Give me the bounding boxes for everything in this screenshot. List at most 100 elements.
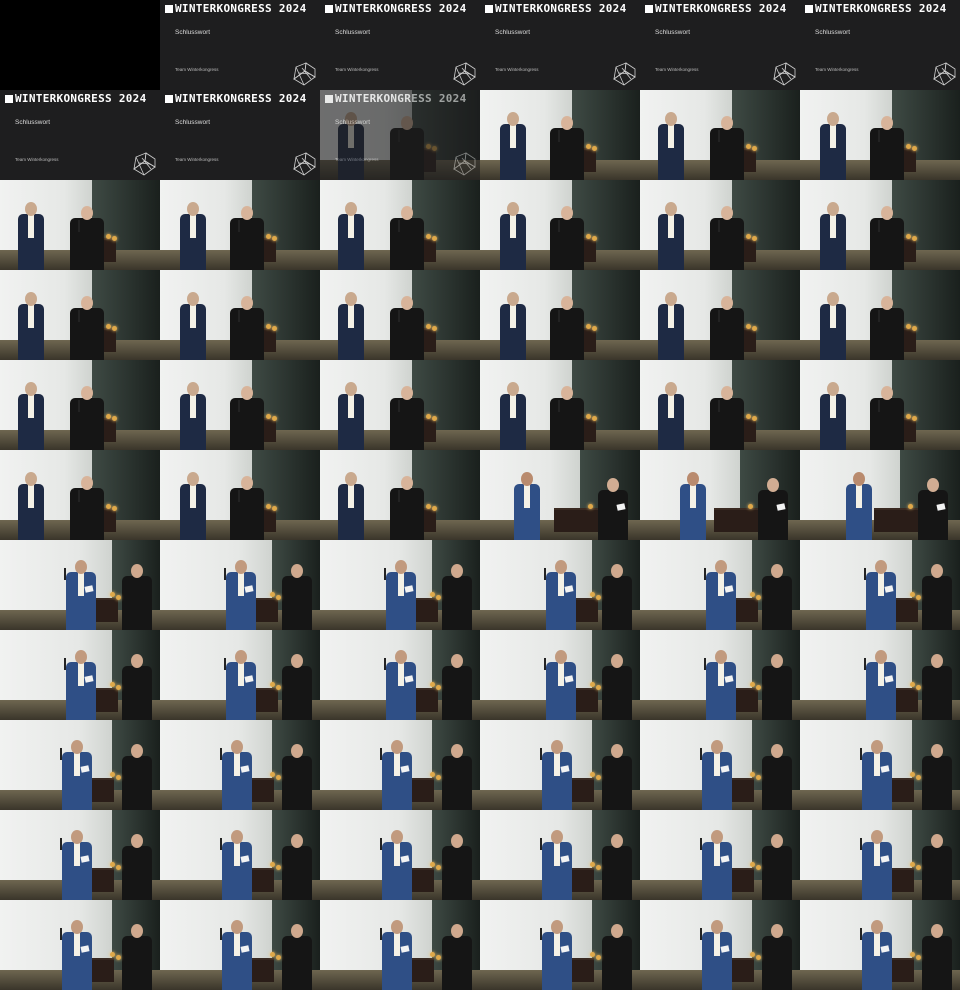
stage-frame xyxy=(640,270,800,360)
person-head xyxy=(767,478,779,492)
person-head xyxy=(231,740,243,754)
microphone xyxy=(718,130,720,142)
person-head xyxy=(931,654,943,668)
podium-lamp xyxy=(746,234,751,239)
person-shirt xyxy=(74,842,80,866)
stage-frame xyxy=(480,270,640,360)
person-shirt xyxy=(78,662,84,686)
podium-lamp xyxy=(752,146,757,151)
person-head xyxy=(827,292,839,306)
podium-lamp xyxy=(432,236,437,241)
person-body xyxy=(602,846,632,900)
stage-frame xyxy=(160,900,320,990)
podium-lamp xyxy=(750,772,755,777)
wireframe-cube-icon xyxy=(453,62,476,86)
podium-lamp xyxy=(270,862,275,867)
person-head xyxy=(391,830,403,844)
podium-lamp xyxy=(756,595,761,600)
stage-frame xyxy=(480,90,640,180)
podium-lamp xyxy=(110,682,115,687)
podium-lamp xyxy=(910,592,915,597)
person-body xyxy=(762,936,792,990)
person-shirt xyxy=(348,214,354,238)
person-shirt xyxy=(190,214,196,238)
podium-lamp xyxy=(430,772,435,777)
person-head xyxy=(507,382,519,396)
person-head xyxy=(401,386,413,400)
podium-lamp xyxy=(116,595,121,600)
stage-frame xyxy=(320,450,480,540)
person-shirt xyxy=(28,304,34,328)
stage-frame xyxy=(800,90,960,180)
person-body xyxy=(122,666,152,720)
person-body xyxy=(70,308,104,360)
person-head xyxy=(931,834,943,848)
person-body xyxy=(282,666,312,720)
podium-lamp xyxy=(276,775,281,780)
person-head xyxy=(235,650,247,664)
podium-lamp xyxy=(912,416,917,421)
person-body xyxy=(922,846,952,900)
person-body xyxy=(442,666,472,720)
podium-lamp xyxy=(910,952,915,957)
person-shirt xyxy=(510,124,516,148)
person-head xyxy=(611,654,623,668)
person-head xyxy=(561,116,573,130)
stage-frame xyxy=(320,720,480,810)
person-head xyxy=(711,920,723,934)
person-head xyxy=(853,472,865,486)
microphone xyxy=(860,838,862,850)
podium-lamp xyxy=(910,862,915,867)
stage-frame xyxy=(640,810,800,900)
title-card-frame: WINTERKONGRESS 2024 Schlusswort Team Win… xyxy=(480,0,640,90)
person-head xyxy=(611,744,623,758)
podium-lamp xyxy=(916,775,921,780)
microphone xyxy=(238,310,240,322)
person-head xyxy=(71,830,83,844)
podium-lamp xyxy=(110,592,115,597)
person-head xyxy=(25,292,37,306)
podium-lamp xyxy=(588,504,593,509)
title-card-subtitle: Schlusswort xyxy=(175,119,211,126)
person-head xyxy=(291,744,303,758)
podium-lamp xyxy=(590,592,595,597)
podium-lamp xyxy=(276,865,281,870)
title-card-frame: WINTERKONGRESS 2024 Schlusswort Team Win… xyxy=(320,90,480,180)
podium-lamp xyxy=(746,324,751,329)
title-card-subtitle: Schlusswort xyxy=(335,119,371,126)
microphone xyxy=(380,838,382,850)
podium-lamp xyxy=(750,862,755,867)
stage-frame xyxy=(160,810,320,900)
stage-frame xyxy=(800,450,960,540)
stage-frame xyxy=(480,540,640,630)
podium-lamp xyxy=(116,775,121,780)
podium-lamp xyxy=(916,595,921,600)
person-shirt xyxy=(394,842,400,866)
microphone xyxy=(558,400,560,412)
person-head xyxy=(25,202,37,216)
podium-lamp xyxy=(756,685,761,690)
stage-frame xyxy=(640,450,800,540)
podium-lamp xyxy=(272,326,277,331)
person-body xyxy=(758,490,788,540)
person-shirt xyxy=(398,662,404,686)
logo-square-icon xyxy=(325,95,333,103)
person-shirt xyxy=(510,214,516,238)
stage-frame xyxy=(320,270,480,360)
podium-lamp xyxy=(106,504,111,509)
title-card-heading: WINTERKONGRESS 2024 xyxy=(175,2,307,15)
podium-lamp xyxy=(426,234,431,239)
person-shirt xyxy=(28,394,34,418)
stage-frame xyxy=(800,630,960,720)
person-body xyxy=(442,576,472,630)
microphone xyxy=(878,220,880,232)
microphone xyxy=(220,928,222,940)
person-shirt xyxy=(78,572,84,596)
podium-lamp xyxy=(276,955,281,960)
person-head xyxy=(721,116,733,130)
person-shirt xyxy=(878,572,884,596)
person-shirt xyxy=(714,842,720,866)
person-head xyxy=(771,744,783,758)
microphone xyxy=(878,400,880,412)
podium-lamp xyxy=(752,326,757,331)
